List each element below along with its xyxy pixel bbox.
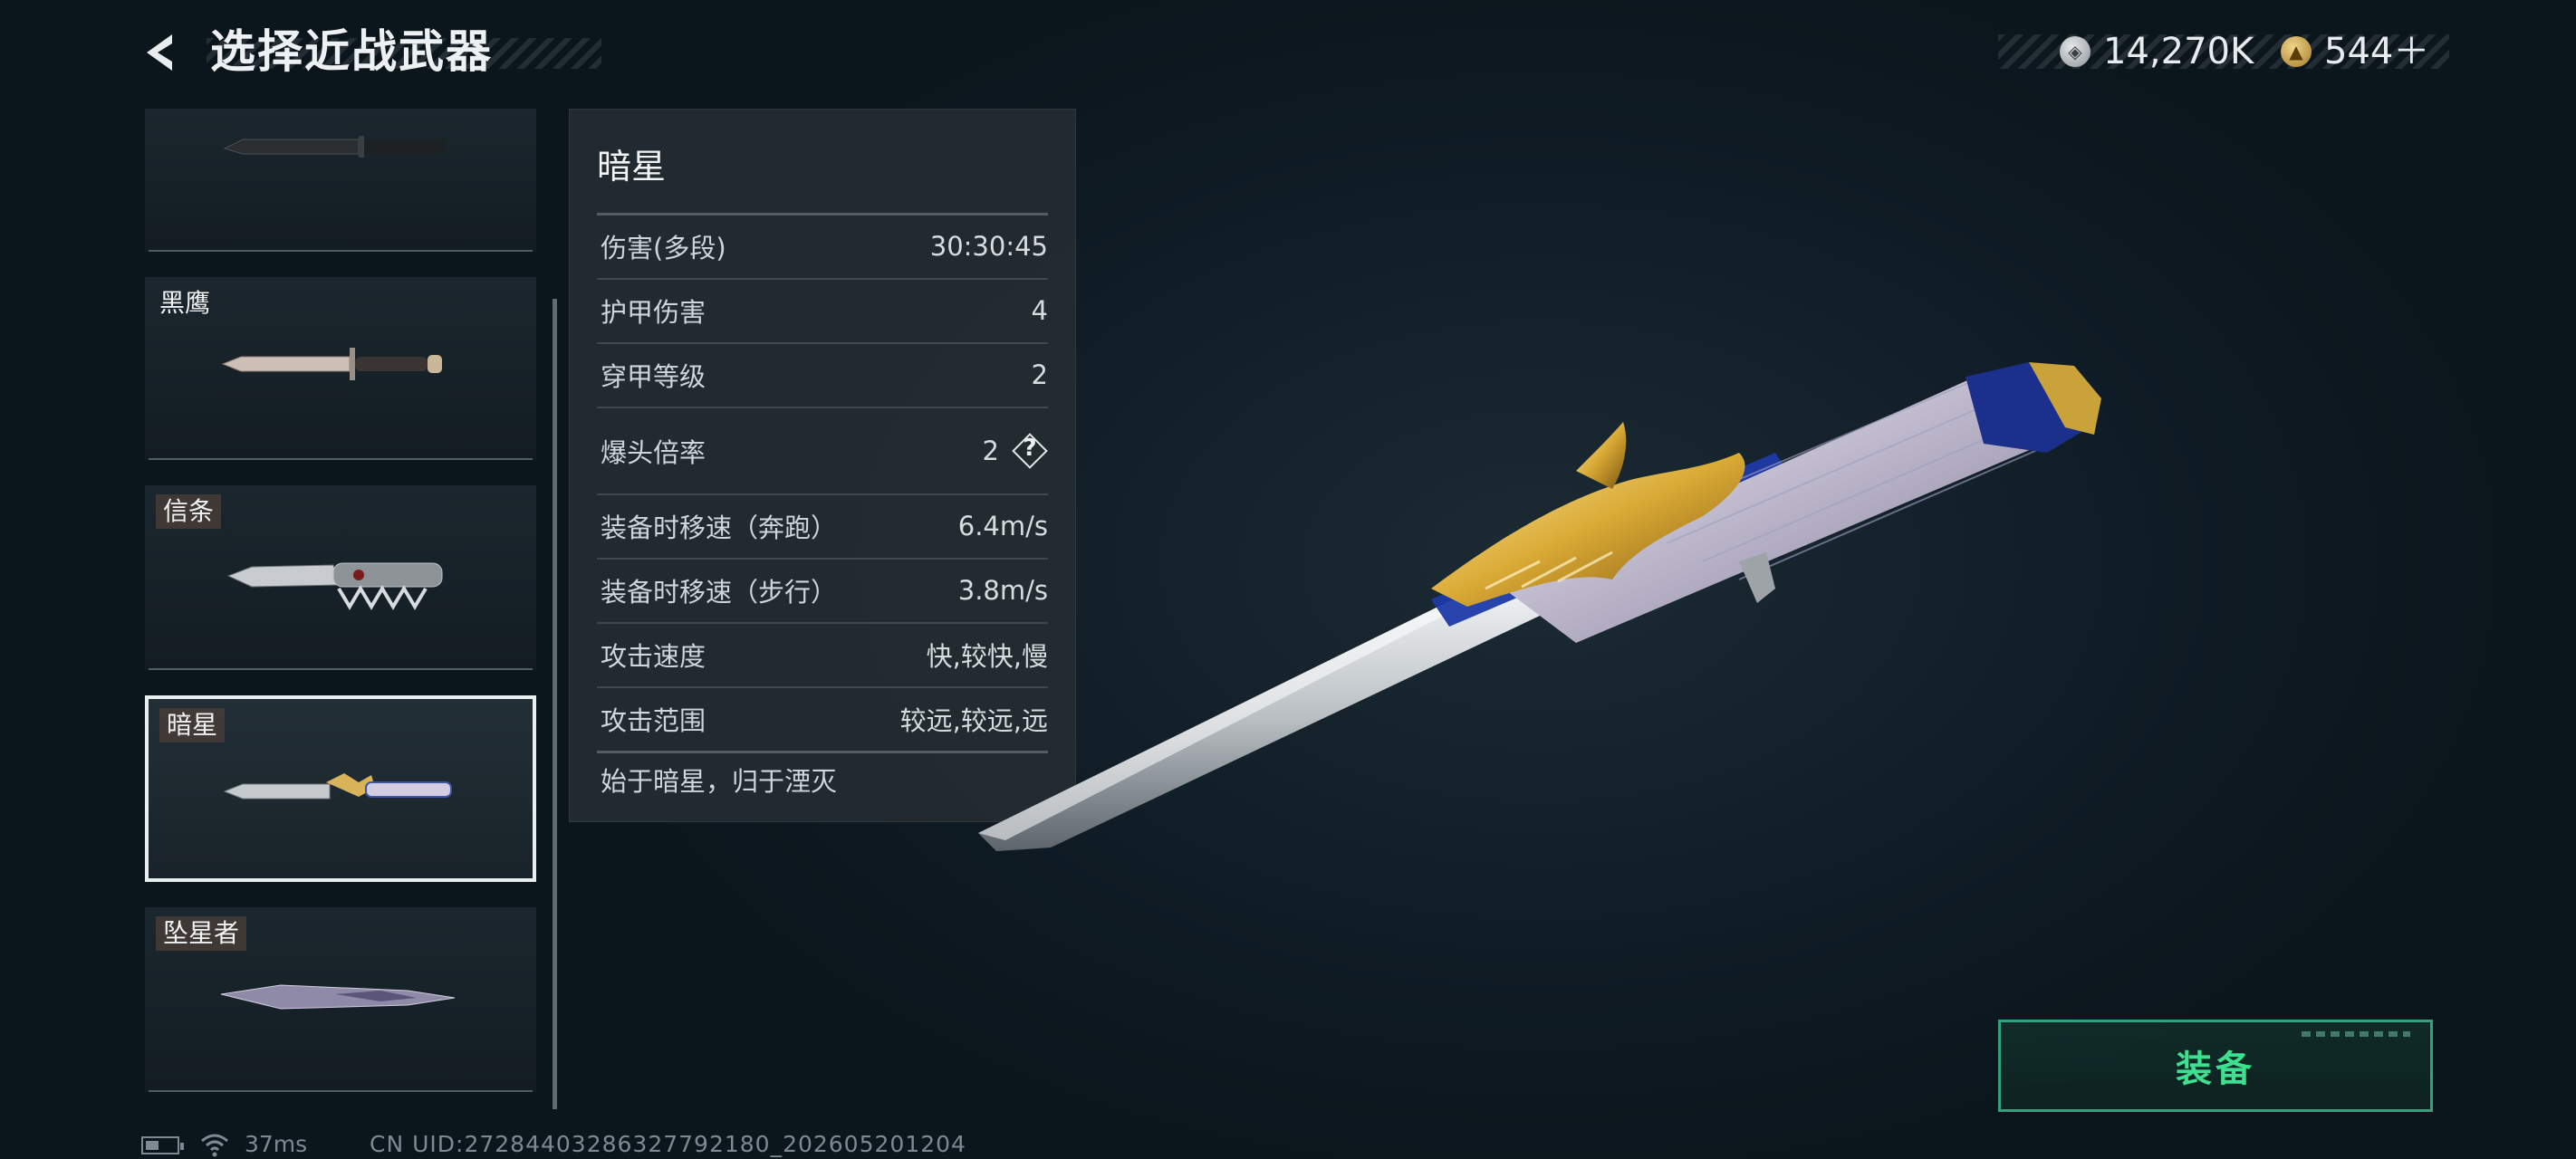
ping-value: 37ms (245, 1131, 308, 1157)
stat-label: 装备时移速（步行） (601, 577, 838, 608)
silver-currency-value: 14,270K (2103, 31, 2254, 72)
weapon-card-anxing[interactable]: 暗星 (145, 695, 536, 882)
back-arrow-icon (147, 34, 172, 71)
silver-coin-icon: ◈ (2060, 36, 2091, 67)
weapon-description: 始于暗星，归于湮灭 (601, 766, 838, 797)
stat-label: 攻击速度 (601, 641, 706, 672)
stat-row-damage: 伤害(多段) 30:30:45 (601, 215, 1048, 278)
weapon-card-xintiao[interactable]: 信条 (145, 485, 536, 670)
weapon-card-heiying[interactable]: 黑鹰 (145, 277, 536, 460)
weapon-list[interactable]: 黑鹰 信条 暗星 坠星者 (145, 109, 536, 1105)
gold-coin-icon: ▲ (2281, 36, 2312, 67)
stat-label: 装备时移速（奔跑） (601, 512, 838, 543)
equip-button[interactable]: 装备 (1998, 1020, 2433, 1112)
heiying-knife-icon (221, 348, 442, 380)
card-divider (149, 458, 533, 460)
list-scrollbar[interactable] (553, 299, 557, 1109)
stat-label: 穿甲等级 (601, 361, 706, 392)
back-button[interactable] (138, 27, 188, 78)
card-divider (149, 668, 533, 670)
equip-button-decoration (2302, 1031, 2410, 1037)
knife-3d-preview (978, 362, 2101, 851)
stat-label: 攻击范围 (601, 705, 706, 736)
combat-knife-icon (223, 136, 446, 158)
stat-label: 爆头倍率 (601, 437, 706, 468)
stats-weapon-name: 暗星 (597, 147, 667, 187)
weapon-card-zhuixingzhe[interactable]: 坠星者 (145, 907, 536, 1092)
page-title: 选择近战武器 (210, 25, 493, 78)
stat-value: 4 (1031, 295, 1048, 326)
gold-currency-value: 544＋ (2324, 31, 2430, 72)
stat-label: 护甲伤害 (601, 297, 706, 328)
card-divider (149, 1090, 533, 1092)
user-uid: CN UID:27284403286327792180_202605201204 (370, 1131, 966, 1157)
battery-icon (141, 1136, 184, 1154)
stat-value: 30:30:45 (929, 231, 1048, 262)
wifi-icon (201, 1134, 228, 1157)
anxing-knife-icon (223, 773, 452, 800)
zhuixingzhe-knife-icon (220, 984, 456, 1010)
equip-button-label: 装备 (2176, 1049, 2255, 1090)
stat-label: 伤害(多段) (601, 233, 726, 263)
card-divider (149, 250, 533, 252)
xintiao-knife-icon (226, 562, 443, 610)
weapon-card-combat-knife[interactable] (145, 109, 536, 252)
stat-row-armor-damage: 护甲伤害 4 (601, 279, 1048, 342)
